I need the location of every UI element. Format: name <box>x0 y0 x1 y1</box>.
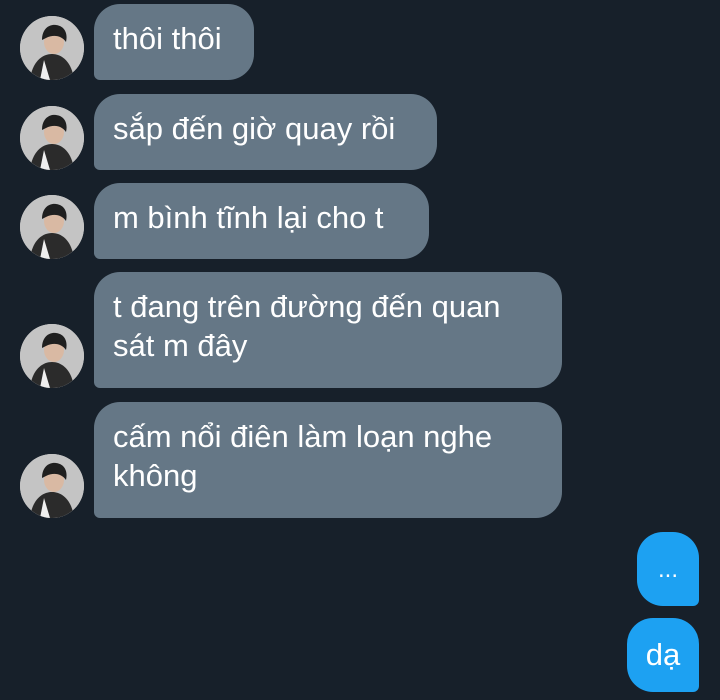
message-text: thôi thôi <box>113 21 222 56</box>
message-row: m bình tĩnh lại cho t <box>0 183 720 259</box>
avatar-photo-icon <box>20 106 84 170</box>
sender-avatar[interactable] <box>20 195 84 259</box>
sender-avatar[interactable] <box>20 16 84 80</box>
message-text: t đang trên đường đến quan sát m đây <box>113 289 501 363</box>
message-text: cấm nổi điên làm loạn nghe không <box>113 419 493 493</box>
message-text: sắp đến giờ quay rồi <box>113 111 396 146</box>
message-row: t đang trên đường đến quan sát m đây <box>0 272 720 388</box>
sender-avatar[interactable] <box>20 454 84 518</box>
message-text: m bình tĩnh lại cho t <box>113 200 384 235</box>
outgoing-message-bubble[interactable]: dạ <box>627 618 699 692</box>
message-row: cấm nổi điên làm loạn nghe không <box>0 402 720 518</box>
avatar-photo-icon <box>20 454 84 518</box>
message-row: thôi thôi <box>0 4 720 80</box>
message-row: sắp đến giờ quay rồi <box>0 94 720 170</box>
avatar-photo-icon <box>20 195 84 259</box>
sender-avatar[interactable] <box>20 324 84 388</box>
incoming-message-bubble[interactable]: m bình tĩnh lại cho t <box>94 183 429 259</box>
avatar-photo-icon <box>20 324 84 388</box>
message-text: dạ <box>645 637 681 672</box>
avatar-photo-icon <box>20 16 84 80</box>
incoming-message-bubble[interactable]: cấm nổi điên làm loạn nghe không <box>94 402 562 518</box>
message-text: ... <box>657 556 678 583</box>
outgoing-message-bubble[interactable]: ... <box>637 532 699 606</box>
incoming-message-bubble[interactable]: thôi thôi <box>94 4 254 80</box>
sender-avatar[interactable] <box>20 106 84 170</box>
incoming-message-bubble[interactable]: sắp đến giờ quay rồi <box>94 94 437 170</box>
incoming-message-bubble[interactable]: t đang trên đường đến quan sát m đây <box>94 272 562 388</box>
